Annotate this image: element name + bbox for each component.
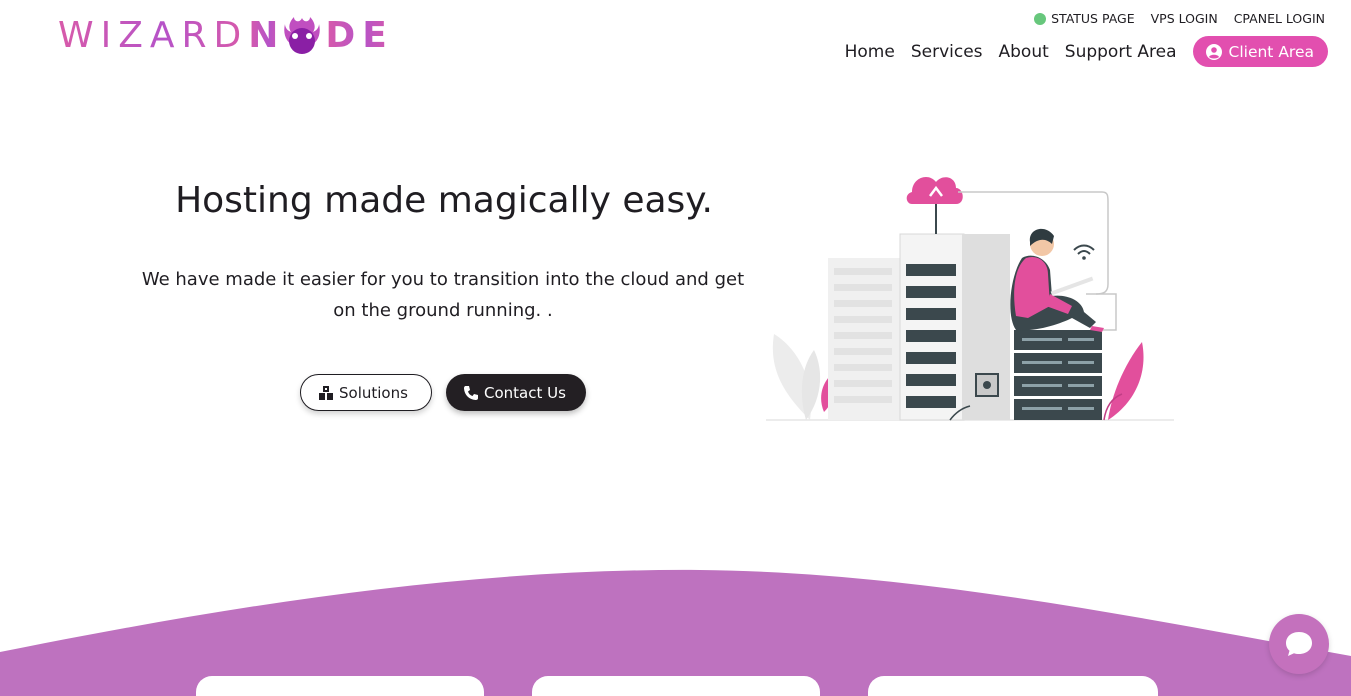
nav-services[interactable]: Services xyxy=(911,42,983,62)
logo[interactable]: WIZARD N DE xyxy=(58,14,394,58)
logo-text-wizard: WIZARD xyxy=(58,15,249,56)
feature-card-2 xyxy=(532,676,820,696)
phone-icon xyxy=(464,385,478,400)
hero-subtitle: We have made it easier for you to transi… xyxy=(118,264,768,326)
top-utility-bar: STATUS PAGE VPS LOGIN CPANEL LOGIN xyxy=(1034,11,1325,26)
client-area-button[interactable]: Client Area xyxy=(1192,36,1328,67)
user-circle-icon xyxy=(1205,43,1222,60)
logo-text-de: DE xyxy=(325,15,394,56)
vps-login-link[interactable]: VPS LOGIN xyxy=(1151,11,1218,26)
contact-us-button[interactable]: Contact Us xyxy=(446,374,586,411)
status-page-label: STATUS PAGE xyxy=(1051,11,1135,26)
wizard-flame-icon xyxy=(283,14,321,58)
nav-support-area[interactable]: Support Area xyxy=(1065,42,1177,62)
status-dot-icon xyxy=(1034,12,1047,25)
feature-card-1 xyxy=(196,676,484,696)
status-page-link[interactable]: STATUS PAGE xyxy=(1034,11,1135,26)
client-area-label: Client Area xyxy=(1228,42,1314,61)
cpanel-login-link[interactable]: CPANEL LOGIN xyxy=(1234,11,1325,26)
main-nav: Home Services About Support Area Client … xyxy=(845,36,1328,67)
nav-home[interactable]: Home xyxy=(845,42,895,62)
chat-widget-button[interactable] xyxy=(1269,614,1329,674)
hero-subtitle-line1: We have made it easier for you to transi… xyxy=(141,269,745,290)
chat-bubble-icon xyxy=(1286,632,1312,656)
hero-title: Hosting made magically easy. xyxy=(175,180,713,221)
server-illustration xyxy=(766,166,1176,426)
feature-card-3 xyxy=(868,676,1158,696)
nav-about[interactable]: About xyxy=(999,42,1049,62)
logo-text-n: N xyxy=(248,15,286,56)
solutions-label: Solutions xyxy=(339,383,408,402)
solutions-button[interactable]: Solutions xyxy=(300,374,432,411)
contact-us-label: Contact Us xyxy=(484,383,566,402)
cubes-icon xyxy=(319,385,333,400)
hero-subtitle-line2: on the ground running. . xyxy=(333,300,553,321)
